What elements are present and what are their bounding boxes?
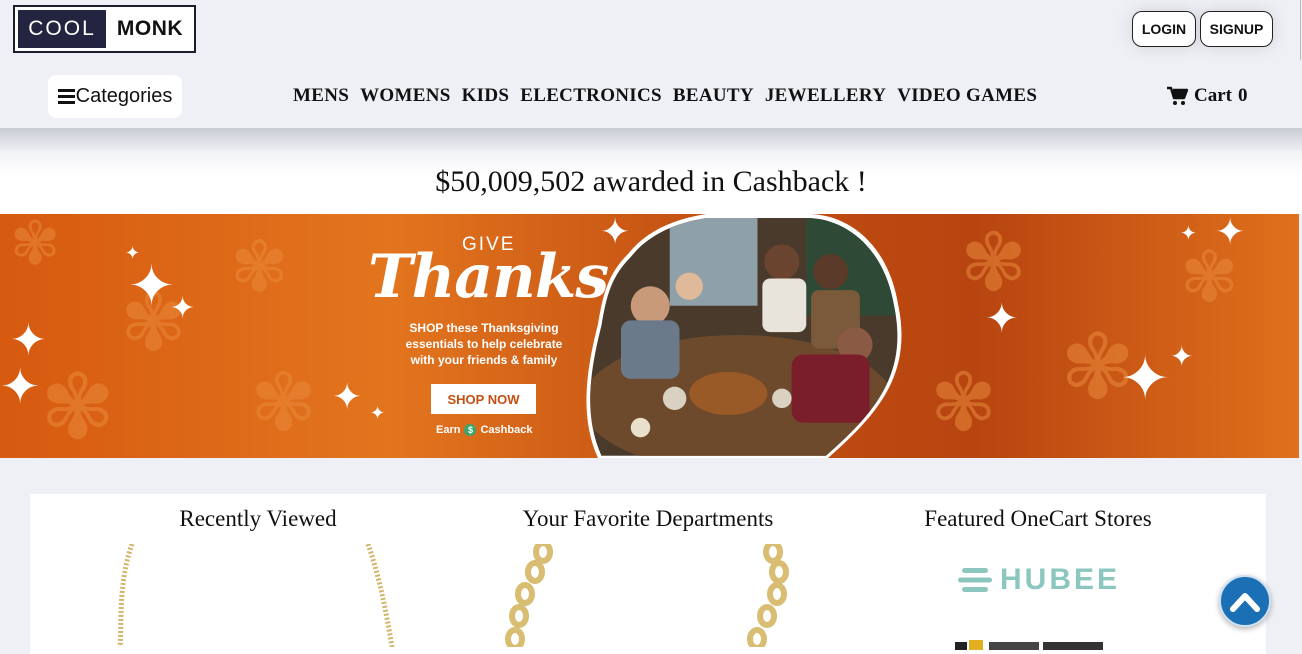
- sparkle-icon: ✦: [10, 316, 47, 365]
- featured-stores-title: Featured OneCart Stores: [924, 506, 1152, 531]
- header-shadow: [0, 128, 1302, 152]
- categories-label: Categories: [75, 85, 173, 107]
- sparkle-icon: ✦: [170, 292, 196, 325]
- sparkle-icon: ✦: [332, 377, 363, 417]
- cashback-label: Cashback: [480, 424, 533, 436]
- leaf-icon: ✾: [1180, 240, 1239, 317]
- promo-text: SHOP these Thanksgiving essentials to he…: [405, 321, 563, 367]
- shop-now-button[interactable]: SHOP NOW: [431, 384, 536, 414]
- cart-icon: [1167, 86, 1188, 105]
- nav-item-jewellery[interactable]: JEWELLERY: [765, 85, 886, 107]
- cart-link[interactable]: Cart 0: [1166, 85, 1247, 107]
- cart-label: Cart: [1194, 85, 1232, 106]
- sparkle-icon: ✦: [370, 403, 386, 423]
- earn-label: Earn: [436, 424, 461, 436]
- sparkle-icon: ✦: [128, 256, 175, 318]
- logo-monk: MONK: [116, 17, 184, 40]
- categories-button[interactable]: Categories: [48, 75, 182, 118]
- favorite-departments-title: Your Favorite Departments: [522, 506, 774, 531]
- cashback-text: $50,009,502 awarded in Cashback !: [435, 165, 867, 198]
- link-chain-necklace-image[interactable]: [505, 544, 805, 647]
- nav-item-womens[interactable]: WOMENS: [360, 85, 450, 107]
- nav-item-kids[interactable]: KIDS: [462, 85, 510, 107]
- signup-button[interactable]: SIGNUP: [1200, 11, 1273, 47]
- hubee-wordmark: HUBEE: [1000, 563, 1121, 596]
- earn-cashback: Earn $ Cashback: [436, 424, 532, 436]
- hubee-mark-icon: [958, 568, 992, 592]
- cart-count: 0: [1237, 85, 1248, 106]
- recently-viewed-title: Recently Viewed: [179, 506, 337, 531]
- cashback-counter: $50,009,502 awarded in Cashback !: [0, 150, 1302, 214]
- hamburger-icon: [57, 86, 75, 107]
- sparkle-icon: ✦: [0, 361, 41, 414]
- sparkle-icon: ✦: [1170, 342, 1194, 373]
- leaf-icon: ✾: [960, 220, 1028, 308]
- leaf-icon: ✾: [10, 214, 61, 277]
- promo-thanks: Thanks: [368, 242, 609, 312]
- leaf-icon: ✾: [230, 230, 289, 307]
- main-nav: MENS WOMENS KIDS ELECTRONICS BEAUTY JEWE…: [293, 85, 1037, 107]
- nav-item-mens[interactable]: MENS: [293, 85, 349, 107]
- login-button[interactable]: LOGIN: [1132, 11, 1196, 47]
- diamond-necklace-image[interactable]: [110, 544, 410, 647]
- promo-banner[interactable]: ✾ ✾ ✾ ✾ ✾ ✾ ✾ ✾ ✾ ✦ ✦ ✦ ✦ ✦ ✦ ✦ ✦ ✦ ✦ ✦ …: [0, 214, 1299, 458]
- scroll-to-top-button[interactable]: [1219, 575, 1271, 627]
- leaf-icon: ✾: [40, 359, 116, 458]
- sparkle-icon: ✦: [125, 243, 141, 263]
- dollar-coin-icon: $: [464, 424, 477, 436]
- logo-cool: COOL: [18, 10, 106, 48]
- nav-item-electronics[interactable]: ELECTRONICS: [520, 85, 662, 107]
- logo[interactable]: COOL MONK: [13, 5, 196, 53]
- nav-item-beauty[interactable]: BEAUTY: [673, 85, 754, 107]
- leaf-icon: ✾: [930, 360, 998, 448]
- sparkle-icon: ✦: [1215, 214, 1246, 252]
- chevron-up-icon: [1230, 593, 1260, 612]
- thanksgiving-dinner-photo: [586, 214, 902, 458]
- page-edge-divider: [1300, 0, 1301, 60]
- nav-item-video-games[interactable]: VIDEO GAMES: [897, 85, 1037, 107]
- sparkle-icon: ✦: [985, 296, 1019, 341]
- sparkle-icon: ✦: [1180, 223, 1197, 245]
- store-logo-partial[interactable]: [955, 638, 1105, 650]
- leaf-icon: ✾: [250, 360, 318, 448]
- hubee-store-logo[interactable]: HUBEE: [958, 563, 1120, 597]
- sparkle-icon: ✦: [1120, 346, 1171, 412]
